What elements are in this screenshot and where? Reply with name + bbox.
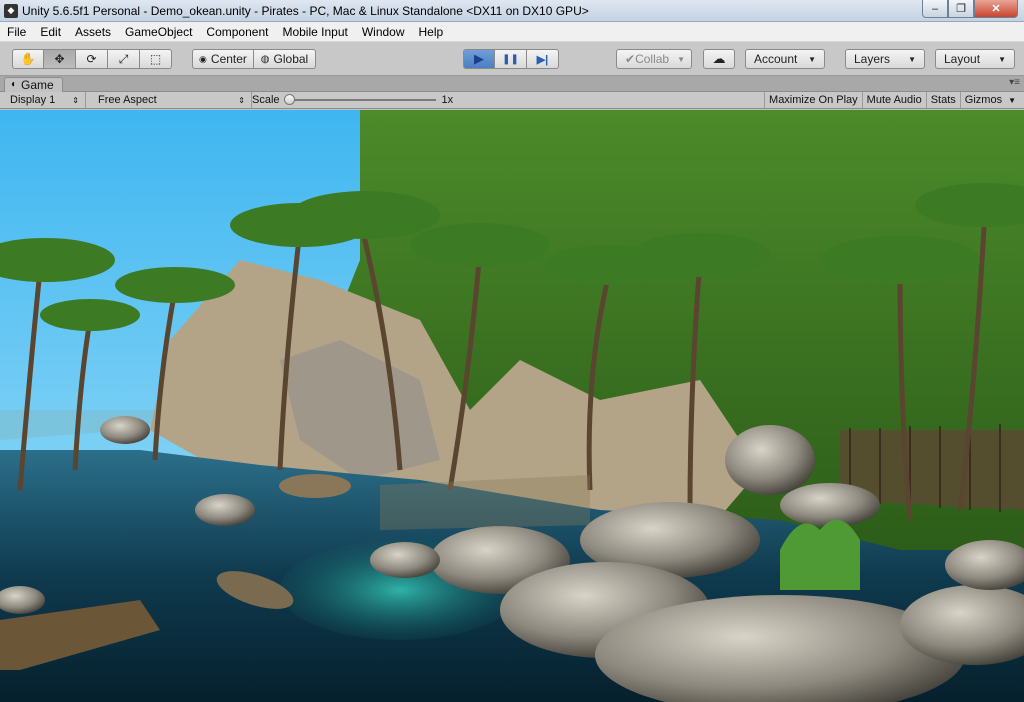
collab-group: ✔ Collab ▼ [616, 49, 692, 69]
check-icon: ✔ [625, 52, 636, 66]
unity-icon: ◆ [4, 3, 18, 18]
gamepad-icon: ◐ [11, 79, 18, 90]
menu-bar: File Edit Assets GameObject Component Mo… [0, 22, 1024, 42]
pivot-global-button[interactable]: ◍ Global [254, 49, 316, 69]
scale-tool-icon: ⤢ [118, 51, 129, 66]
collab-label: Collab [635, 52, 670, 66]
close-button[interactable]: ✕ [974, 0, 1018, 18]
hand-tool-button[interactable]: ✋ [12, 49, 44, 69]
layers-dropdown[interactable]: Layers ▼ [845, 49, 925, 69]
layout-label: Layout [944, 52, 981, 66]
maximize-on-play-toggle[interactable]: Maximize On Play [764, 92, 862, 108]
play-button[interactable]: ▶ [463, 49, 495, 69]
game-viewport[interactable] [0, 110, 1024, 702]
menu-gameobject[interactable]: GameObject [118, 22, 199, 42]
pivot-global-label: Global [273, 52, 309, 66]
rotate-tool-icon: ⟳ [86, 52, 97, 66]
layout-group: Layout ▼ [935, 49, 1015, 69]
panel-options-icon[interactable]: ▾≡ [1009, 77, 1020, 88]
pivot-center-label: Center [210, 52, 247, 66]
hut-roof [279, 474, 351, 498]
pause-icon: ❚❚ [502, 53, 519, 65]
aspect-dropdown[interactable]: Free Aspect ⇕ [92, 92, 252, 108]
scale-slider-thumb[interactable] [283, 94, 295, 105]
chevron-down-icon: ▼ [1008, 95, 1016, 105]
layout-dropdown[interactable]: Layout ▼ [935, 49, 1015, 69]
menu-file[interactable]: File [0, 22, 33, 42]
cloud-button[interactable]: ☁ [703, 49, 735, 69]
account-group: Account ▼ [745, 49, 825, 69]
move-tool-icon: ✥ [54, 52, 65, 66]
mute-audio-toggle[interactable]: Mute Audio [861, 92, 926, 108]
menu-component[interactable]: Component [199, 22, 275, 42]
gizmos-dropdown[interactable]: Gizmos ▼ [959, 92, 1020, 108]
chevron-down-icon: ▼ [908, 54, 916, 64]
transform-tools: ✋ ✥ ⟳ ⤢ ⬚ [12, 49, 172, 69]
gizmos-label: Gizmos [964, 94, 1003, 106]
step-button[interactable]: ▶| [527, 49, 559, 69]
rotate-tool-button[interactable]: ⟳ [76, 49, 108, 69]
scale-tool-button[interactable]: ⤢ [108, 49, 140, 69]
cloud-icon: ☁ [712, 51, 726, 66]
game-view-toggles: Maximize On Play Mute Audio Stats Gizmos… [764, 92, 1020, 108]
layers-group: Layers ▼ [845, 49, 925, 69]
window-titlebar[interactable]: ◆ Unity 5.6.5f1 Personal - Demo_okean.un… [0, 0, 1024, 22]
pause-button[interactable]: ❚❚ [495, 49, 527, 69]
hand-tool-icon: ✋ [20, 52, 36, 66]
account-dropdown[interactable]: Account ▼ [745, 49, 825, 69]
playback-controls: ▶ ❚❚ ▶| [463, 49, 559, 69]
pivot-center-button[interactable]: ◉ Center [192, 49, 254, 69]
move-tool-button[interactable]: ✥ [44, 49, 76, 69]
tab-game-label: Game [21, 78, 54, 92]
center-pivot-icon: ◉ [199, 53, 207, 64]
rect-tool-icon: ⬚ [149, 52, 162, 66]
main-toolbar: ✋ ✥ ⟳ ⤢ ⬚ ◉ Center ◍ Global ▶ ❚❚ ▶| ✔ Co… [0, 42, 1024, 76]
account-label: Account [754, 52, 798, 66]
window-title: Unity 5.6.5f1 Personal - Demo_okean.unit… [22, 3, 589, 18]
menu-assets[interactable]: Assets [68, 22, 118, 42]
game-panel-header: ◐ Game ▾≡ [0, 76, 1024, 92]
play-icon: ▶ [474, 51, 484, 66]
layers-label: Layers [854, 52, 891, 66]
display-dropdown[interactable]: Display 1 ⇕ [4, 92, 86, 108]
updown-icon: ⇕ [238, 95, 245, 105]
scale-control: Scale 1x [252, 92, 453, 108]
aspect-label: Free Aspect [98, 94, 157, 106]
scale-value: 1x [441, 94, 454, 106]
scale-slider[interactable] [283, 94, 436, 105]
pivot-toggles: ◉ Center ◍ Global [192, 49, 316, 69]
step-icon: ▶| [536, 53, 549, 66]
chevron-down-icon: ▼ [677, 54, 686, 64]
globe-icon: ◍ [260, 53, 270, 65]
stats-toggle[interactable]: Stats [925, 92, 960, 108]
display-label: Display 1 [10, 94, 56, 106]
chevron-down-icon: ▼ [808, 54, 816, 64]
tab-game[interactable]: ◐ Game [4, 77, 63, 92]
minimize-button[interactable]: – [922, 0, 948, 18]
menu-help[interactable]: Help [412, 22, 451, 42]
chevron-down-icon: ▼ [998, 54, 1006, 64]
maximize-button[interactable]: ❐ [948, 0, 974, 18]
scene-render [0, 110, 1024, 702]
rect-tool-button[interactable]: ⬚ [140, 49, 172, 69]
menu-mobile-input[interactable]: Mobile Input [275, 22, 354, 42]
menu-window[interactable]: Window [355, 22, 412, 42]
cloud-group: ☁ [703, 49, 735, 69]
scale-label: Scale [252, 94, 280, 106]
menu-edit[interactable]: Edit [33, 22, 68, 42]
window-controls: – ❐ ✕ [922, 0, 1018, 18]
updown-icon: ⇕ [72, 95, 79, 105]
collab-dropdown[interactable]: ✔ Collab ▼ [616, 49, 692, 69]
game-view-controlbar: Display 1 ⇕ Free Aspect ⇕ Scale 1x Maxim… [0, 92, 1024, 109]
